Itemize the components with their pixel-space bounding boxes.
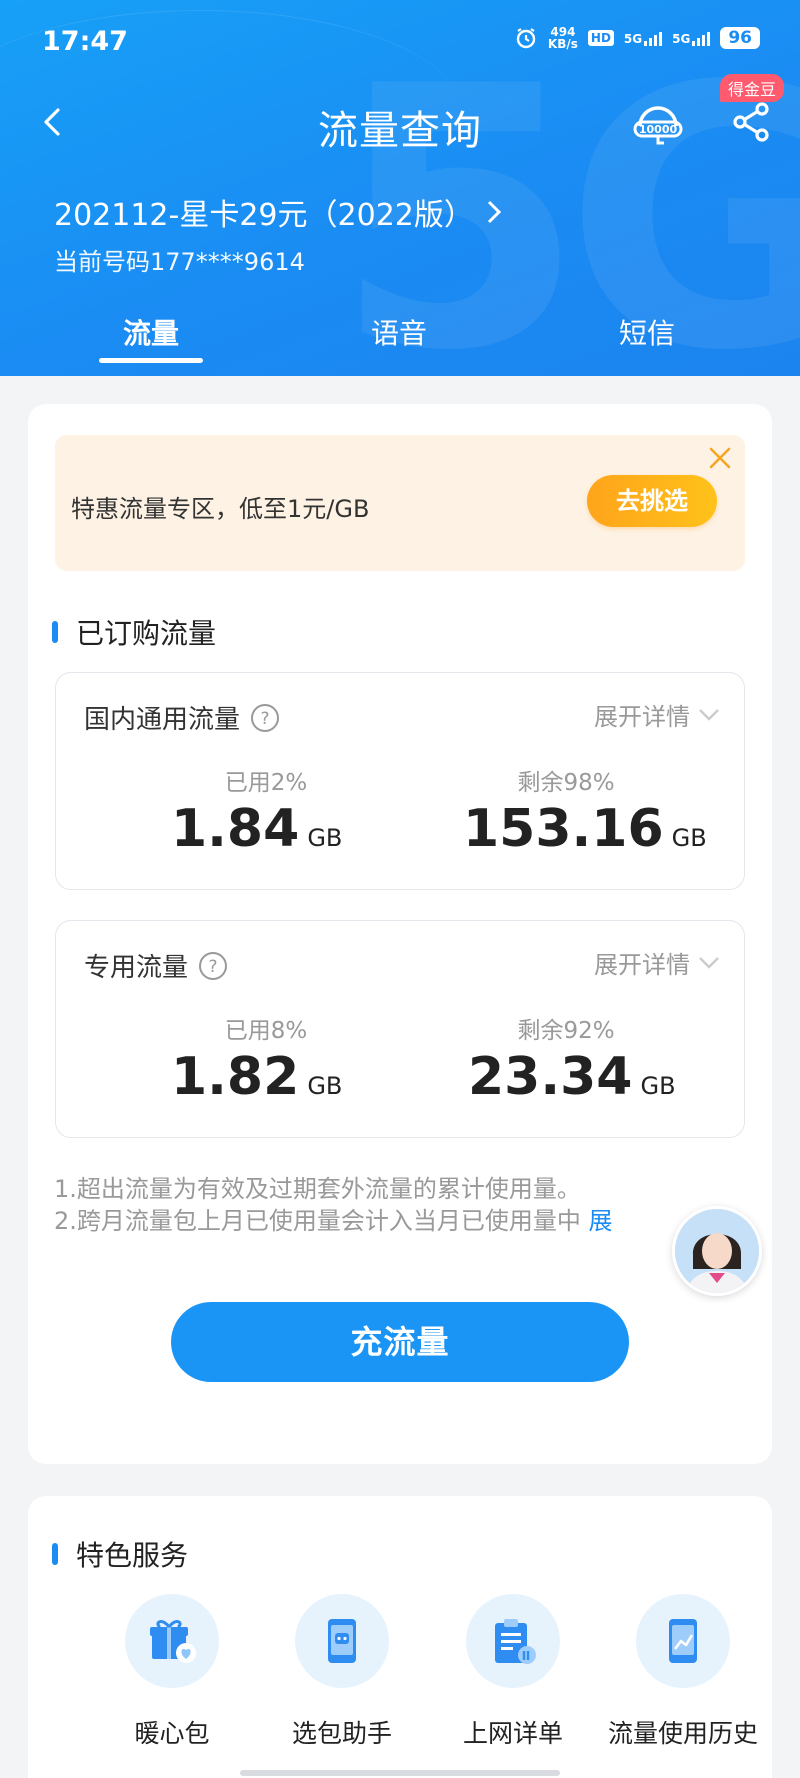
net-speed-unit: KB/s — [547, 37, 578, 51]
remaining-unit: GB — [640, 1072, 676, 1100]
used-unit: GB — [307, 824, 343, 852]
feature-warm-pack[interactable]: 暖心包 — [87, 1594, 257, 1750]
feature-label: 选包助手 — [291, 1719, 392, 1748]
tab-bar: 流量 语音 短信 — [0, 312, 800, 376]
close-icon[interactable] — [707, 445, 733, 471]
data-box-general: 国内通用流量 ? 展开详情 已用2% 剩余98% 1.84 GB 153.16 … — [55, 672, 745, 890]
section-title-subscribed: 已订购流量 — [52, 612, 216, 652]
home-indicator[interactable] — [240, 1770, 560, 1776]
status-time: 17:47 — [42, 26, 128, 57]
feature-label: 流量使用历史 — [607, 1719, 758, 1748]
feature-usage-history[interactable]: 流量使用历史 — [598, 1594, 768, 1750]
tab-sms[interactable]: 短信 — [567, 312, 727, 352]
expand-label: 展开详情 — [594, 703, 690, 731]
notes-expand-link[interactable]: 展 — [589, 1207, 613, 1235]
status-bar: 17:47 494 KB/s HD 5G 5G 96 — [0, 0, 800, 84]
feature-label: 暖心包 — [134, 1719, 210, 1748]
section-title-text: 已订购流量 — [76, 617, 217, 650]
remaining-unit: GB — [671, 824, 707, 852]
chevron-down-icon — [699, 708, 719, 721]
alarm-icon — [516, 28, 536, 49]
section-marker — [52, 1543, 58, 1565]
expand-label: 展开详情 — [594, 951, 690, 979]
expand-details-button[interactable]: 展开详情 — [594, 945, 720, 980]
feature-internet-details[interactable]: 上网详单 — [428, 1594, 598, 1750]
remaining-amount: 23.34 GB — [468, 1047, 676, 1107]
hd-badge: HD — [587, 30, 614, 46]
tab-data[interactable]: 流量 — [71, 312, 231, 352]
remaining-value: 23.34 — [468, 1047, 633, 1107]
used-unit: GB — [307, 1072, 343, 1100]
promo-pick-button[interactable]: 去挑选 — [587, 475, 717, 527]
feature-icon-bg — [295, 1594, 389, 1688]
used-value: 1.82 — [171, 1047, 300, 1107]
gift-icon — [150, 1620, 196, 1663]
data-box-dedicated: 专用流量 ? 展开详情 已用8% 剩余92% 1.82 GB 23.34 GB — [55, 920, 745, 1138]
plan-name: 202112-星卡29元（2022版） — [54, 198, 474, 233]
data-box-name: 专用流量 — [84, 953, 189, 983]
feature-icon-bg — [125, 1594, 219, 1688]
expand-details-button[interactable]: 展开详情 — [594, 697, 720, 732]
used-amount: 1.84 GB — [171, 799, 342, 859]
remaining-amount: 153.16 GB — [463, 799, 707, 859]
section-title-text: 特色服务 — [76, 1539, 189, 1572]
remaining-percent-label: 剩余92% — [517, 1018, 615, 1044]
top-up-data-button[interactable]: 充流量 — [171, 1302, 629, 1382]
assistant-portrait-icon — [675, 1209, 759, 1293]
status-icons: 494 KB/s HD 5G 5G 96 — [514, 26, 760, 50]
help-icon[interactable]: ? — [198, 951, 228, 981]
remaining-value: 153.16 — [463, 799, 664, 859]
battery-indicator: 96 — [720, 27, 760, 49]
signal-2-label: 5G — [672, 32, 691, 46]
gold-coin-badge[interactable]: 得金豆 — [720, 74, 785, 102]
svg-text:10000: 10000 — [639, 123, 678, 136]
note-line-text: 2.跨月流量包上月已使用量会计入当月已使用量中 — [54, 1207, 581, 1235]
feature-plan-assistant[interactable]: 选包助手 — [257, 1594, 427, 1750]
used-amount: 1.82 GB — [171, 1047, 342, 1107]
promo-banner: 特惠流量专区，低至1元/GB 去挑选 — [55, 435, 745, 571]
promo-text: 特惠流量专区，低至1元/GB — [71, 495, 370, 523]
usage-notes: 1.超出流量为有效及过期套外流量的累计使用量。 2.跨月流量包上月已使用量会计入… — [54, 1173, 613, 1237]
data-usage-card: 特惠流量专区，低至1元/GB 去挑选 已订购流量 国内通用流量 ? 展开详情 已… — [28, 404, 772, 1464]
signal-2: 5G — [672, 30, 711, 46]
data-box-title: 专用流量 ? — [84, 947, 228, 984]
tab-voice[interactable]: 语音 — [319, 312, 479, 352]
feature-icon-bg — [466, 1594, 560, 1688]
plan-selector[interactable]: 202112-星卡29元（2022版） — [54, 190, 502, 234]
svg-text:?: ? — [261, 709, 270, 729]
svg-text:?: ? — [209, 957, 218, 977]
note-line: 1.超出流量为有效及过期套外流量的累计使用量。 — [54, 1175, 581, 1203]
share-icon[interactable] — [730, 100, 774, 144]
clipboard-icon — [495, 1619, 536, 1664]
signal-1: 5G — [623, 30, 663, 46]
feature-label: 上网详单 — [462, 1719, 563, 1748]
net-speed: 494 KB/s — [548, 26, 578, 50]
section-marker — [52, 621, 58, 643]
chevron-right-icon — [487, 200, 501, 224]
tab-active-indicator — [99, 358, 203, 363]
used-value: 1.84 — [171, 799, 300, 859]
feature-icon-bg — [636, 1594, 730, 1688]
signal-bars-icon — [692, 30, 711, 46]
used-percent-label: 已用2% — [224, 770, 308, 796]
current-phone-number: 当前号码177****9614 — [54, 248, 305, 276]
note-line: 2.跨月流量包上月已使用量会计入当月已使用量中 展 — [54, 1205, 613, 1237]
section-title-features: 特色服务 — [52, 1534, 188, 1574]
remaining-percent-label: 剩余98% — [517, 770, 615, 796]
chevron-down-icon — [699, 956, 719, 969]
data-box-title: 国内通用流量 ? — [84, 699, 280, 736]
chart-phone-icon — [669, 1619, 697, 1663]
signal-bars-icon — [644, 30, 663, 46]
assistant-avatar[interactable] — [672, 1206, 762, 1296]
data-box-name: 国内通用流量 — [84, 705, 241, 735]
customer-service-icon[interactable]: 10000 — [632, 98, 684, 150]
used-percent-label: 已用8% — [224, 1018, 308, 1044]
header: 5G 17:47 494 KB/s HD 5G 5G 96 流量查询 10000… — [0, 0, 800, 376]
signal-1-label: 5G — [623, 32, 643, 46]
help-icon[interactable]: ? — [250, 703, 280, 733]
featured-services-card: 特色服务 暖心包 选包助手 上网详单 流量使用历史 — [28, 1496, 772, 1778]
phone-bot-icon — [328, 1619, 356, 1663]
